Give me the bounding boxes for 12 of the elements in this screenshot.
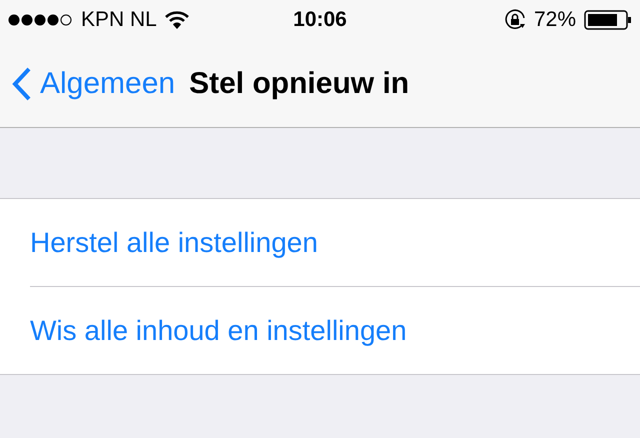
list-item[interactable]: Wis alle inhoud en instellingen xyxy=(30,287,640,374)
clock-time: 10:06 xyxy=(293,7,347,34)
back-chevron-icon xyxy=(12,66,32,100)
battery-icon xyxy=(584,10,632,30)
back-button[interactable]: Algemeen xyxy=(12,61,176,106)
carrier-name: KPN NL xyxy=(81,7,157,34)
page-title: Stel opnieuw in xyxy=(189,66,410,102)
battery-percentage: 72% xyxy=(534,7,576,34)
signal-icon xyxy=(8,14,73,26)
list-item[interactable]: Herstel alle instellingen xyxy=(30,199,640,286)
wifi-icon xyxy=(164,11,189,29)
rotation-lock-icon xyxy=(504,9,526,31)
